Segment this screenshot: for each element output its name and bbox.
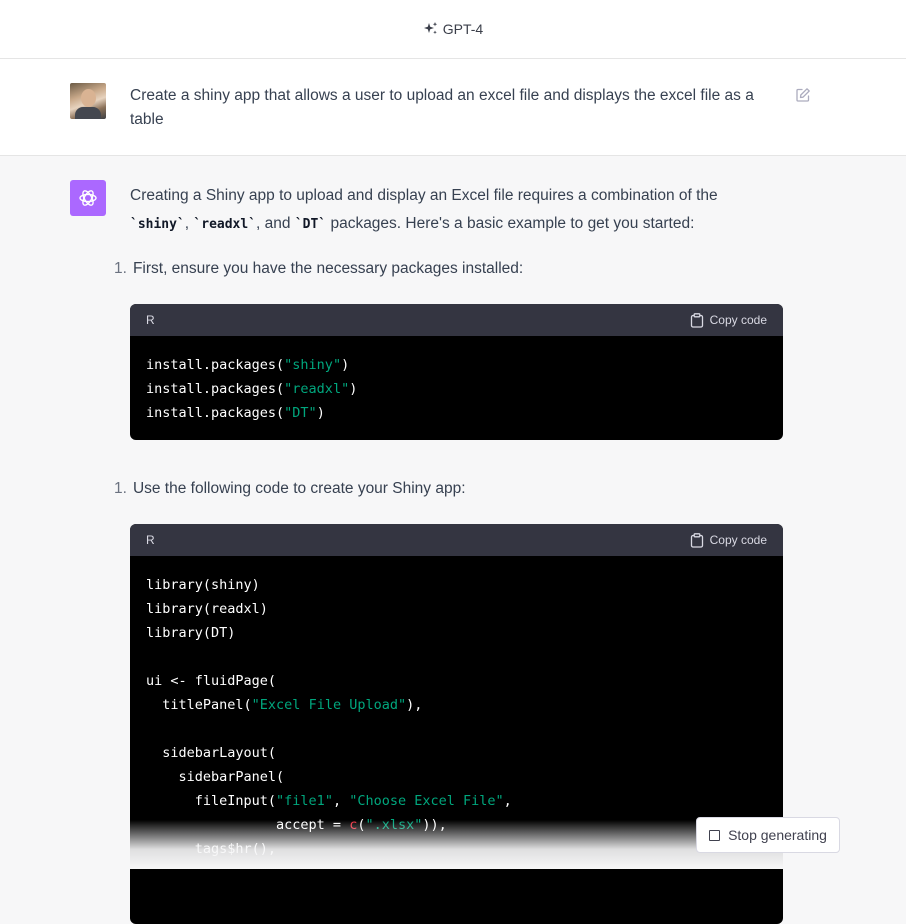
code-line: ui <- fluidPage(: [146, 669, 767, 693]
code-line: tags$hr(),: [146, 837, 767, 861]
stop-generating-label: Stop generating: [728, 827, 827, 843]
code-line: library(readxl): [146, 597, 767, 621]
step-item: 1. Use the following code to create your …: [114, 480, 466, 498]
code-token: fileInput(: [146, 793, 277, 809]
code-line: install.packages("DT"): [146, 401, 767, 425]
inline-code-shiny: `shiny`: [130, 217, 185, 232]
code-line: accept = c(".xlsx")),: [146, 813, 767, 837]
code-line: library(DT): [146, 621, 767, 645]
code-token: sidebarPanel(: [146, 769, 285, 785]
code-block-header: R Copy code: [130, 304, 783, 336]
code-block-header: R Copy code: [130, 524, 783, 556]
user-avatar: [70, 83, 106, 119]
openai-logo-icon: [70, 180, 106, 216]
code-token: install.packages(: [146, 381, 285, 397]
step-text: Use the following code to create your Sh…: [132, 480, 466, 497]
code-token: library(DT): [146, 625, 236, 641]
code-line: library(shiny): [146, 573, 767, 597]
code-token: tags$hr(),: [146, 841, 277, 857]
inline-code-readxl: `readxl`: [193, 217, 257, 232]
step-number: 1.: [114, 260, 127, 277]
code-token: ),: [406, 697, 423, 713]
intro-tail: packages. Here's a basic example to get …: [326, 215, 695, 232]
code-line: install.packages("readxl"): [146, 377, 767, 401]
code-token: "file1": [276, 793, 333, 809]
intro-separator: , and: [256, 215, 295, 232]
code-block: R Copy code install.packages("shiny") ins…: [130, 304, 783, 440]
code-token: titlePanel(: [146, 697, 252, 713]
code-line: sidebarPanel(: [146, 765, 767, 789]
code-token: library(shiny): [146, 577, 260, 593]
code-token: install.packages(: [146, 405, 285, 421]
code-token: ): [349, 381, 358, 397]
code-token: library(readxl): [146, 601, 268, 617]
code-token: install.packages(: [146, 357, 285, 373]
code-token: accept =: [146, 817, 350, 833]
step-text: First, ensure you have the necessary pac…: [132, 260, 524, 277]
code-content: library(shiny) library(readxl) library(DT)…: [130, 556, 783, 876]
clipboard-icon: [690, 312, 703, 328]
assistant-intro: Creating a Shiny app to upload and displ…: [130, 182, 790, 239]
code-token: ,: [332, 793, 350, 809]
copy-code-button[interactable]: Copy code: [690, 312, 767, 328]
code-line: titlePanel("Excel File Upload"),: [146, 693, 767, 717]
step-item: 1. First, ensure you have the necessary p…: [114, 260, 523, 278]
code-line: fileInput("file1", "Choose Excel File",: [146, 789, 767, 813]
code-token: )),: [422, 817, 447, 833]
code-token: "Choose Excel File": [349, 793, 504, 809]
copy-code-button[interactable]: Copy code: [690, 532, 767, 548]
inline-code-dt: `DT`: [294, 217, 327, 232]
clipboard-icon: [690, 532, 703, 548]
code-token: sidebarLayout(: [146, 745, 277, 761]
step-number: 1.: [114, 480, 127, 497]
stop-generating-button[interactable]: Stop generating: [696, 817, 840, 853]
code-line: sidebarLayout(: [146, 741, 767, 765]
code-token: "readxl": [284, 381, 350, 397]
edit-icon[interactable]: [795, 87, 811, 108]
sparkles-icon: [423, 21, 439, 37]
code-token: ): [316, 405, 325, 421]
model-header: GPT-4: [0, 0, 906, 59]
copy-code-label: Copy code: [709, 533, 767, 547]
model-label: GPT-4: [442, 21, 484, 37]
code-token: ): [341, 357, 350, 373]
code-language: R: [146, 533, 155, 547]
stop-icon: [709, 829, 721, 841]
user-message: Create a shiny app that allows a user to…: [0, 59, 906, 156]
code-token: "Excel File Upload": [251, 697, 407, 713]
code-token: "shiny": [284, 357, 342, 373]
user-message-text: Create a shiny app that allows a user to…: [130, 87, 754, 128]
code-block: R Copy code library(shiny) library(readxl…: [130, 524, 783, 924]
copy-code-label: Copy code: [709, 313, 767, 327]
code-token: ".xlsx": [365, 817, 423, 833]
code-line: install.packages("shiny"): [146, 353, 767, 377]
assistant-message: Creating a Shiny app to upload and displ…: [0, 156, 906, 924]
code-token: ,: [503, 793, 512, 809]
intro-text: Creating a Shiny app to upload and displ…: [130, 187, 718, 204]
code-token: ui <- fluidPage(: [146, 673, 277, 689]
code-content: install.packages("shiny") install.package…: [130, 336, 783, 440]
code-token: "DT": [284, 405, 317, 421]
code-language: R: [146, 313, 155, 327]
